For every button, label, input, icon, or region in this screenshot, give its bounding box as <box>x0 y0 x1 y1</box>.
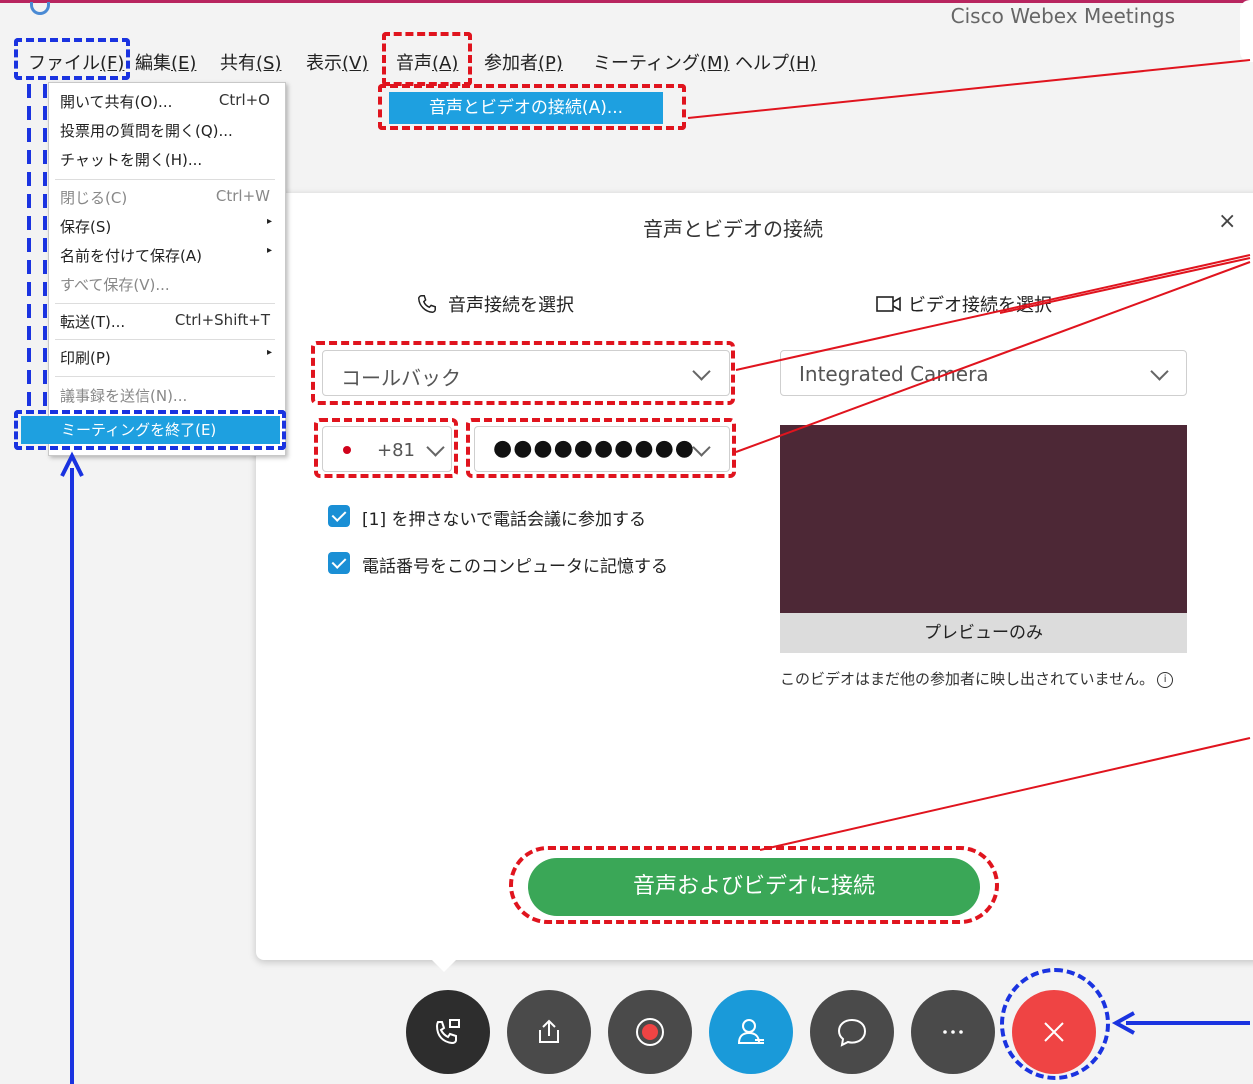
file-menu-bracket <box>27 84 47 408</box>
annotation-overlay <box>27 59 1251 1084</box>
arrow-left-blue <box>1111 1011 1250 1035</box>
arrow-up-blue <box>60 451 84 1084</box>
callout-lines-red <box>687 59 1251 851</box>
